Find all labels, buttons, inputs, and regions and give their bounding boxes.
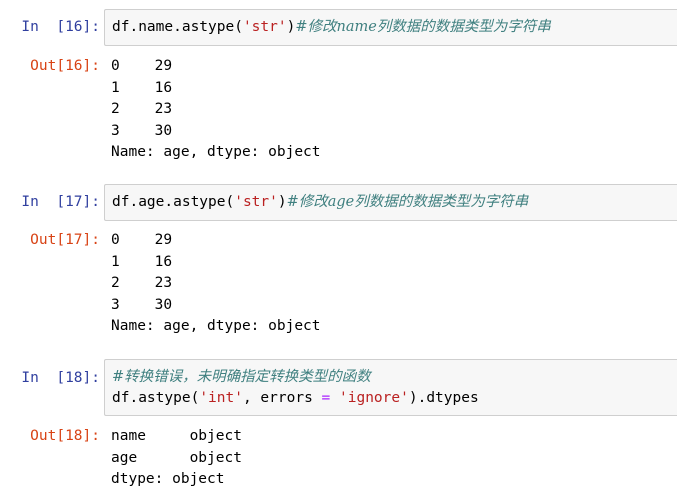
output-prompt: Out[16]: <box>30 58 100 74</box>
code-comment: #修改age列数据的数据类型为字符串 <box>286 194 529 210</box>
code-text: ) <box>277 194 287 210</box>
code-text: df.name.astype( <box>112 19 243 35</box>
output-line: 3 30 <box>111 122 173 139</box>
output-line: 2 23 <box>111 101 173 117</box>
output-area-18: name object age object dtype: object <box>111 426 671 491</box>
code-line: #转换错误，未明确指定转换类型的函数 <box>112 367 677 388</box>
code-input-cell-18[interactable]: #转换错误，未明确指定转换类型的函数 df.astype('int', erro… <box>104 359 677 416</box>
output-prompt: Out[17]: <box>30 232 100 248</box>
code-operator: = <box>321 390 331 406</box>
output-line: 0 29 <box>111 58 173 74</box>
code-string: 'int' <box>199 390 243 406</box>
code-line: df.age.astype('str')#修改age列数据的数据类型为字符串 <box>112 192 677 213</box>
output-line: Name: age, dtype: object <box>111 318 321 334</box>
output-prompt: Out[18]: <box>30 428 100 444</box>
code-comment: #转换错误，未明确指定转换类型的函数 <box>112 369 371 385</box>
code-string: 'ignore' <box>339 390 409 406</box>
output-line: 2 23 <box>111 275 173 291</box>
code-text: ).dtypes <box>408 390 479 406</box>
output-area-17: 0 29 1 16 2 23 3 30 Name: age, dtype: ob… <box>111 230 671 338</box>
output-line: name object <box>111 428 242 444</box>
output-area-16: 0 29 1 16 2 23 3 30 Name: age, dtype: ob… <box>111 56 671 164</box>
code-text: df.age.astype( <box>112 194 235 210</box>
output-line: 1 16 <box>111 253 173 270</box>
output-line: dtype: object <box>111 471 225 487</box>
output-line: 3 30 <box>111 296 173 313</box>
code-string: 'str' <box>242 19 287 35</box>
output-line: Name: age, dtype: object <box>111 144 321 160</box>
output-line: age object <box>111 449 242 466</box>
input-prompt: In [18]: <box>21 370 100 386</box>
output-line: 0 29 <box>111 232 173 248</box>
output-line: 1 16 <box>111 79 173 96</box>
code-input-cell-16[interactable]: df.name.astype('str')#修改name列数据的数据类型为字符串 <box>104 9 677 46</box>
code-input-cell-17[interactable]: df.age.astype('str')#修改age列数据的数据类型为字符串 <box>104 184 677 221</box>
code-string: 'str' <box>234 194 278 210</box>
code-text: , errors <box>242 390 322 406</box>
code-comment: #修改name列数据的数据类型为字符串 <box>295 19 551 35</box>
code-line: df.astype('int', errors = 'ignore').dtyp… <box>112 388 677 409</box>
input-prompt: In [16]: <box>21 19 100 35</box>
code-text: df.astype( <box>112 390 200 406</box>
code-line: df.name.astype('str')#修改name列数据的数据类型为字符串 <box>112 17 677 38</box>
input-prompt: In [17]: <box>21 194 100 210</box>
